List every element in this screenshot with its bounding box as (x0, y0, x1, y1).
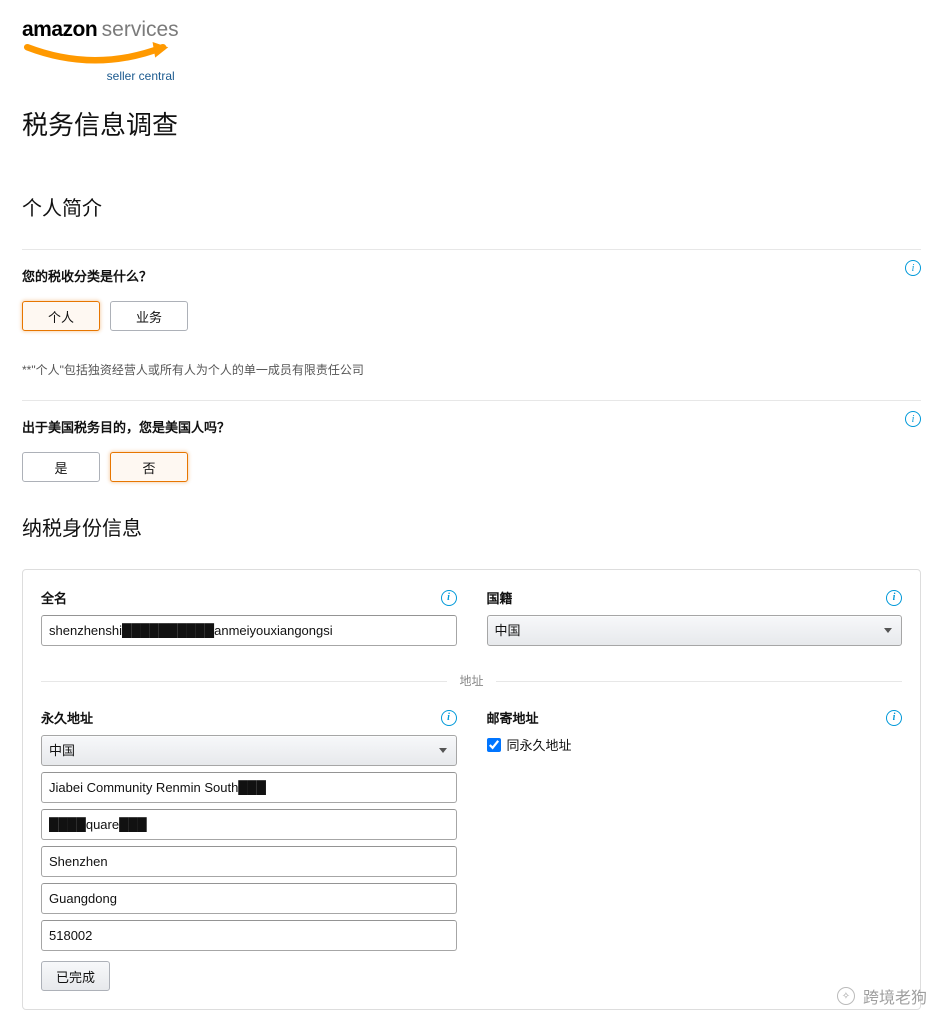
address-line2-input[interactable] (41, 809, 457, 840)
info-icon[interactable]: i (441, 590, 457, 606)
address-divider-label: 地址 (447, 672, 495, 689)
option-no-button[interactable]: 否 (110, 452, 188, 482)
province-input[interactable] (41, 883, 457, 914)
info-icon[interactable]: i (886, 590, 902, 606)
logo-services-text: services (102, 18, 179, 41)
fullname-input[interactable] (41, 615, 457, 646)
nationality-select[interactable]: 中国 (487, 615, 903, 646)
identity-card: 全名 i 国籍 i 中国 地址 (22, 569, 921, 1010)
logo-subtitle: seller central (22, 69, 179, 83)
same-as-permanent-label: 同永久地址 (507, 735, 572, 754)
nationality-label: 国籍 (487, 588, 513, 607)
mailing-address-label: 邮寄地址 (487, 708, 539, 727)
info-icon[interactable]: i (886, 710, 902, 726)
wechat-icon: ✧ (837, 987, 855, 1005)
identity-section-title: 纳税身份信息 (22, 512, 921, 541)
info-icon[interactable]: i (905, 260, 921, 276)
option-yes-button[interactable]: 是 (22, 452, 100, 482)
fullname-label: 全名 (41, 588, 67, 607)
option-individual-button[interactable]: 个人 (22, 301, 100, 331)
brand-logo: amazon services seller central (22, 18, 921, 85)
amazon-smile-icon (22, 42, 179, 68)
us-person-label: 出于美国税务目的，您是美国人吗？ (22, 417, 921, 436)
done-button[interactable]: 已完成 (41, 961, 110, 991)
address-line1-input[interactable] (41, 772, 457, 803)
tax-classification-label: 您的税收分类是什么？ (22, 266, 921, 285)
profile-section-title: 个人简介 (22, 192, 921, 221)
individual-hint-text: **"个人"包括独资经营人或所有人为个人的单一成员有限责任公司 (22, 361, 921, 378)
watermark-text: 跨境老狗 (863, 984, 927, 1008)
same-as-permanent-row[interactable]: 同永久地址 (487, 735, 903, 754)
info-icon[interactable]: i (441, 710, 457, 726)
country-select[interactable]: 中国 (41, 735, 457, 766)
city-input[interactable] (41, 846, 457, 877)
page-title: 税务信息调查 (22, 105, 921, 142)
watermark: ✧ 跨境老狗 (837, 984, 927, 1008)
postal-input[interactable] (41, 920, 457, 951)
permanent-address-label: 永久地址 (41, 708, 93, 727)
info-icon[interactable]: i (905, 411, 921, 427)
logo-amazon-text: amazon (22, 18, 97, 41)
option-business-button[interactable]: 业务 (110, 301, 188, 331)
same-as-permanent-checkbox[interactable] (487, 738, 501, 752)
